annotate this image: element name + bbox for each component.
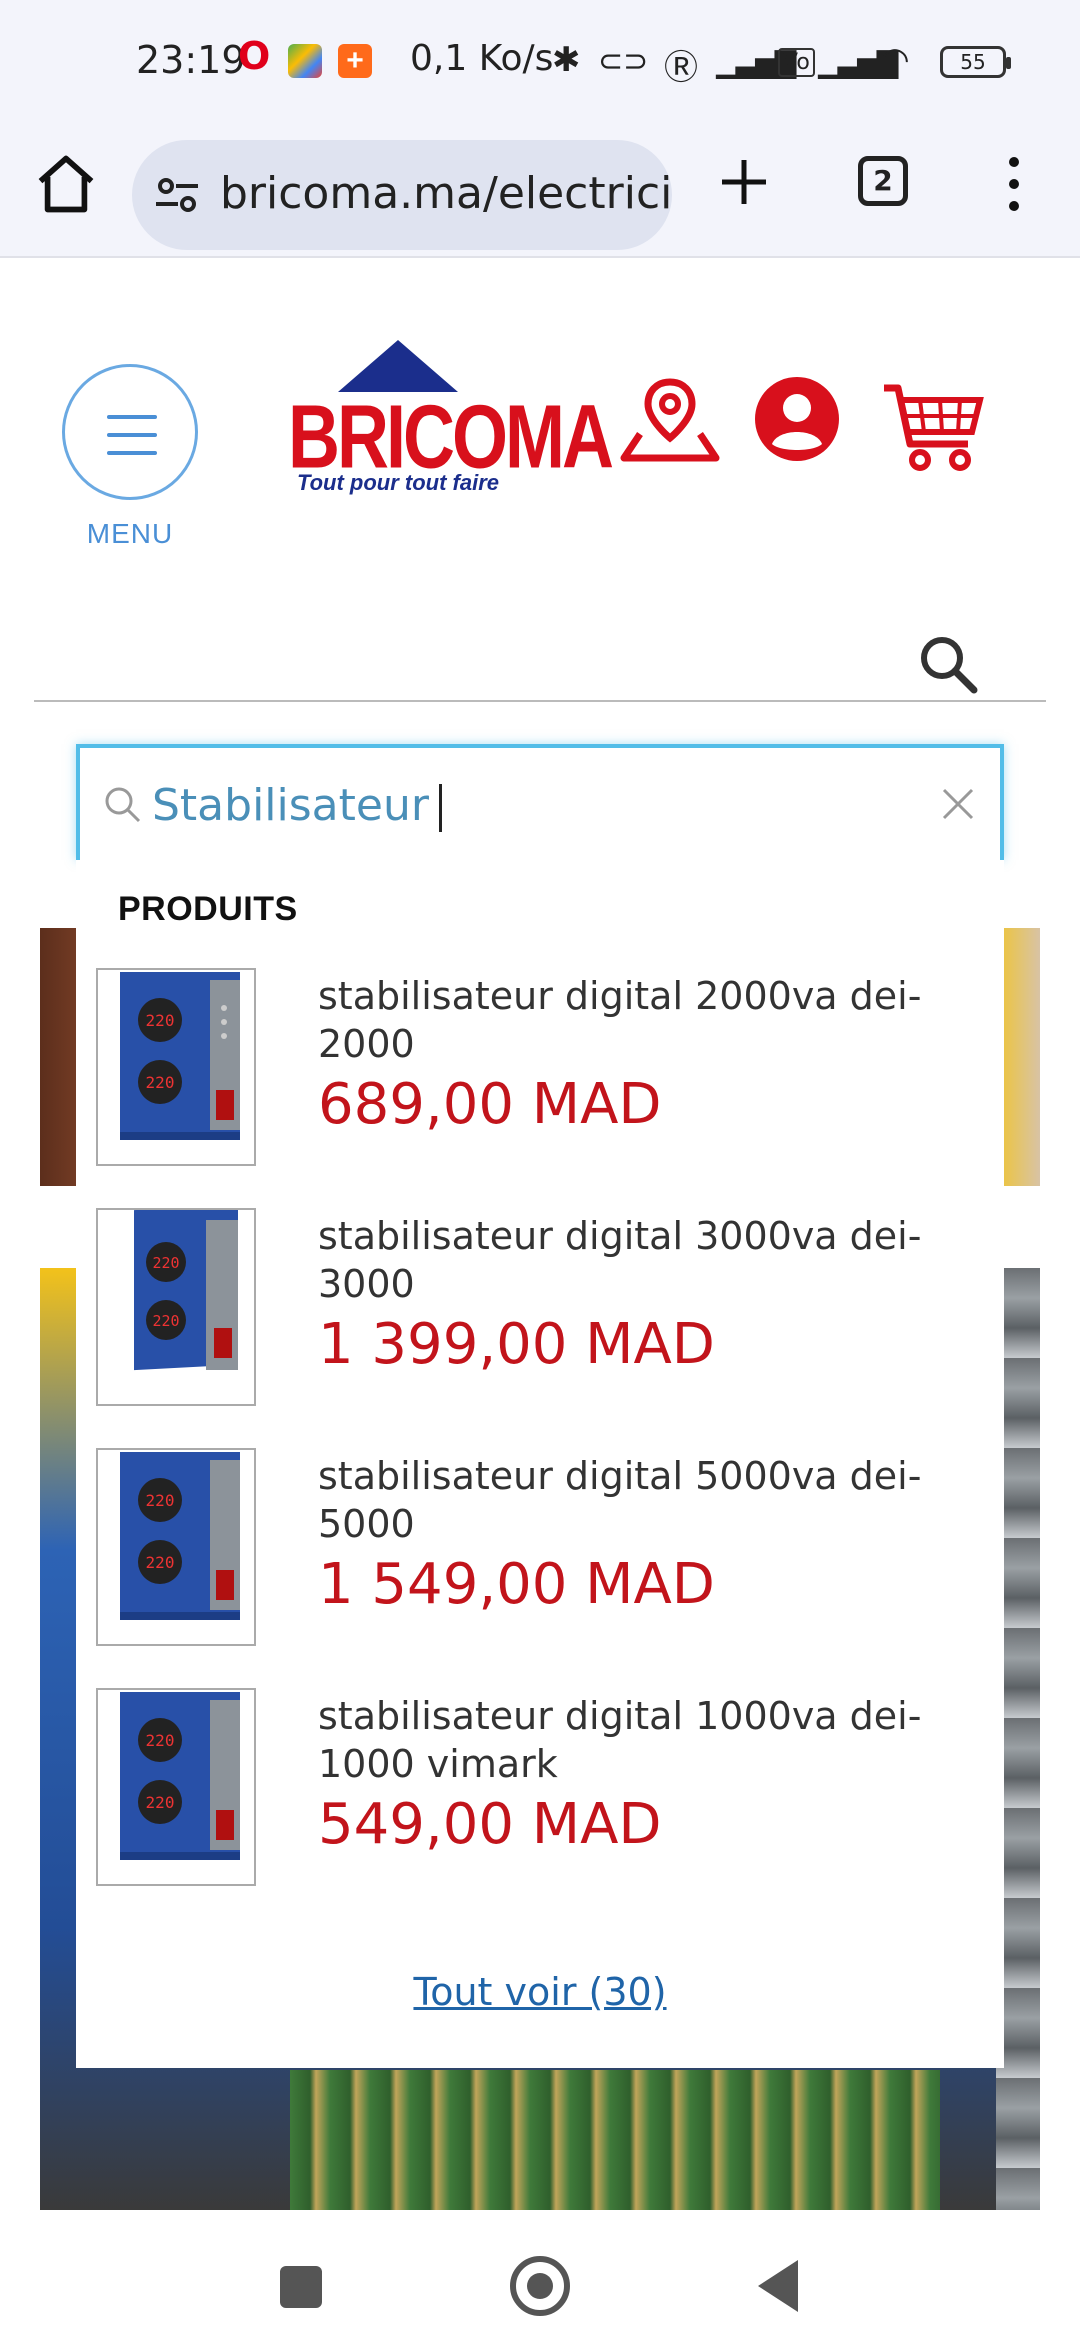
toggle-icon: ⊂⊃ — [598, 44, 649, 79]
product-price: 549,00 MAD — [318, 1792, 662, 1857]
volte-icon: Vo — [778, 48, 815, 77]
svg-text:220: 220 — [146, 1731, 175, 1750]
see-all-link[interactable]: Tout voir (30) — [76, 1970, 1004, 2014]
back-button[interactable] — [758, 2260, 798, 2312]
hamburger-icon — [107, 415, 157, 419]
status-time: 23:19 — [136, 38, 246, 82]
logo-tagline: Tout pour tout faire — [296, 470, 500, 495]
bluetooth-icon: ✱ — [552, 40, 581, 80]
wifi-icon: ◠ — [880, 40, 910, 80]
svg-text:220: 220 — [152, 1254, 179, 1272]
product-price: 1 549,00 MAD — [318, 1552, 715, 1617]
search-input[interactable]: Stabilisateur — [76, 744, 1004, 860]
home-nav-button[interactable] — [510, 2256, 570, 2316]
home-icon[interactable] — [32, 150, 100, 218]
search-divider — [34, 700, 1046, 702]
clear-search-icon[interactable] — [938, 784, 978, 824]
product-thumbnail[interactable]: 220 220 — [96, 1688, 256, 1886]
svg-text:220: 220 — [146, 1491, 175, 1510]
product-thumbnail[interactable]: 220 220 — [96, 968, 256, 1166]
svg-text:220: 220 — [146, 1011, 175, 1030]
opera-notification-icon: O — [238, 34, 271, 78]
product-thumbnail[interactable]: 220 220 — [96, 1448, 256, 1646]
svg-text:220: 220 — [146, 1553, 175, 1572]
network-speed: 0,1 Ko/s — [410, 38, 554, 79]
product-title[interactable]: stabilisateur digital 5000va dei-5000 — [318, 1452, 988, 1548]
maps-notification-icon — [288, 44, 322, 78]
battery-icon: 55 — [940, 46, 1011, 78]
plus-notification-icon: + — [338, 44, 372, 78]
store-locator-icon[interactable] — [618, 376, 722, 462]
browser-toolbar: bricoma.ma/electricite 2 — [0, 128, 1080, 258]
new-tab-icon[interactable] — [716, 154, 772, 210]
search-icon — [105, 787, 141, 823]
results-heading: PRODUITS — [118, 890, 298, 928]
site-settings-icon[interactable] — [154, 172, 200, 218]
product-result[interactable]: 220 220 stabilisateur digital 2000va dei… — [76, 968, 1004, 1168]
product-title[interactable]: stabilisateur digital 2000va dei-2000 — [318, 972, 988, 1068]
text-caret — [438, 784, 442, 832]
product-result[interactable]: 220 220 stabilisateur digital 3000va dei… — [76, 1208, 1004, 1408]
product-thumbnail[interactable]: 220 220 — [96, 1208, 256, 1406]
product-result[interactable]: 220 220 stabilisateur digital 5000va dei… — [76, 1448, 1004, 1648]
recents-button[interactable] — [280, 2266, 322, 2308]
registered-icon: Ⓡ — [664, 48, 698, 88]
search-results-dropdown: PRODUITS 220 220 stabilisateur digital 2… — [76, 860, 1004, 2068]
account-icon[interactable] — [754, 376, 840, 462]
tab-switcher-button[interactable]: 2 — [858, 156, 908, 206]
more-options-icon[interactable] — [1000, 152, 1028, 216]
product-price: 1 399,00 MAD — [318, 1312, 715, 1377]
url-bar[interactable]: bricoma.ma/electricite — [132, 140, 672, 250]
product-title[interactable]: stabilisateur digital 3000va dei-3000 — [318, 1212, 988, 1308]
status-bar: 23:19 O + 0,1 Ko/s ✱ ⊂⊃ Ⓡ ▁▃▅▇ Vo ▁▃▅▇ ◠… — [0, 0, 1080, 128]
cart-icon[interactable] — [880, 380, 984, 474]
product-price: 689,00 MAD — [318, 1072, 662, 1137]
logo-roof-icon — [338, 340, 458, 392]
bricoma-logo[interactable]: BRICOMA Tout pour tout faire — [288, 340, 614, 500]
menu-label: MENU — [86, 518, 174, 549]
svg-text:220: 220 — [146, 1793, 175, 1812]
product-result[interactable]: 220 220 stabilisateur digital 1000va dei… — [76, 1688, 1004, 1888]
system-nav-bar — [0, 2210, 1080, 2340]
menu-button[interactable] — [62, 364, 198, 500]
search-value: Stabilisateur — [152, 780, 442, 832]
svg-text:220: 220 — [152, 1312, 179, 1330]
product-title[interactable]: stabilisateur digital 1000va dei-1000 vi… — [318, 1692, 988, 1788]
header-search-icon[interactable] — [916, 632, 980, 696]
url-text: bricoma.ma/electricite — [220, 168, 672, 219]
svg-text:220: 220 — [146, 1073, 175, 1092]
